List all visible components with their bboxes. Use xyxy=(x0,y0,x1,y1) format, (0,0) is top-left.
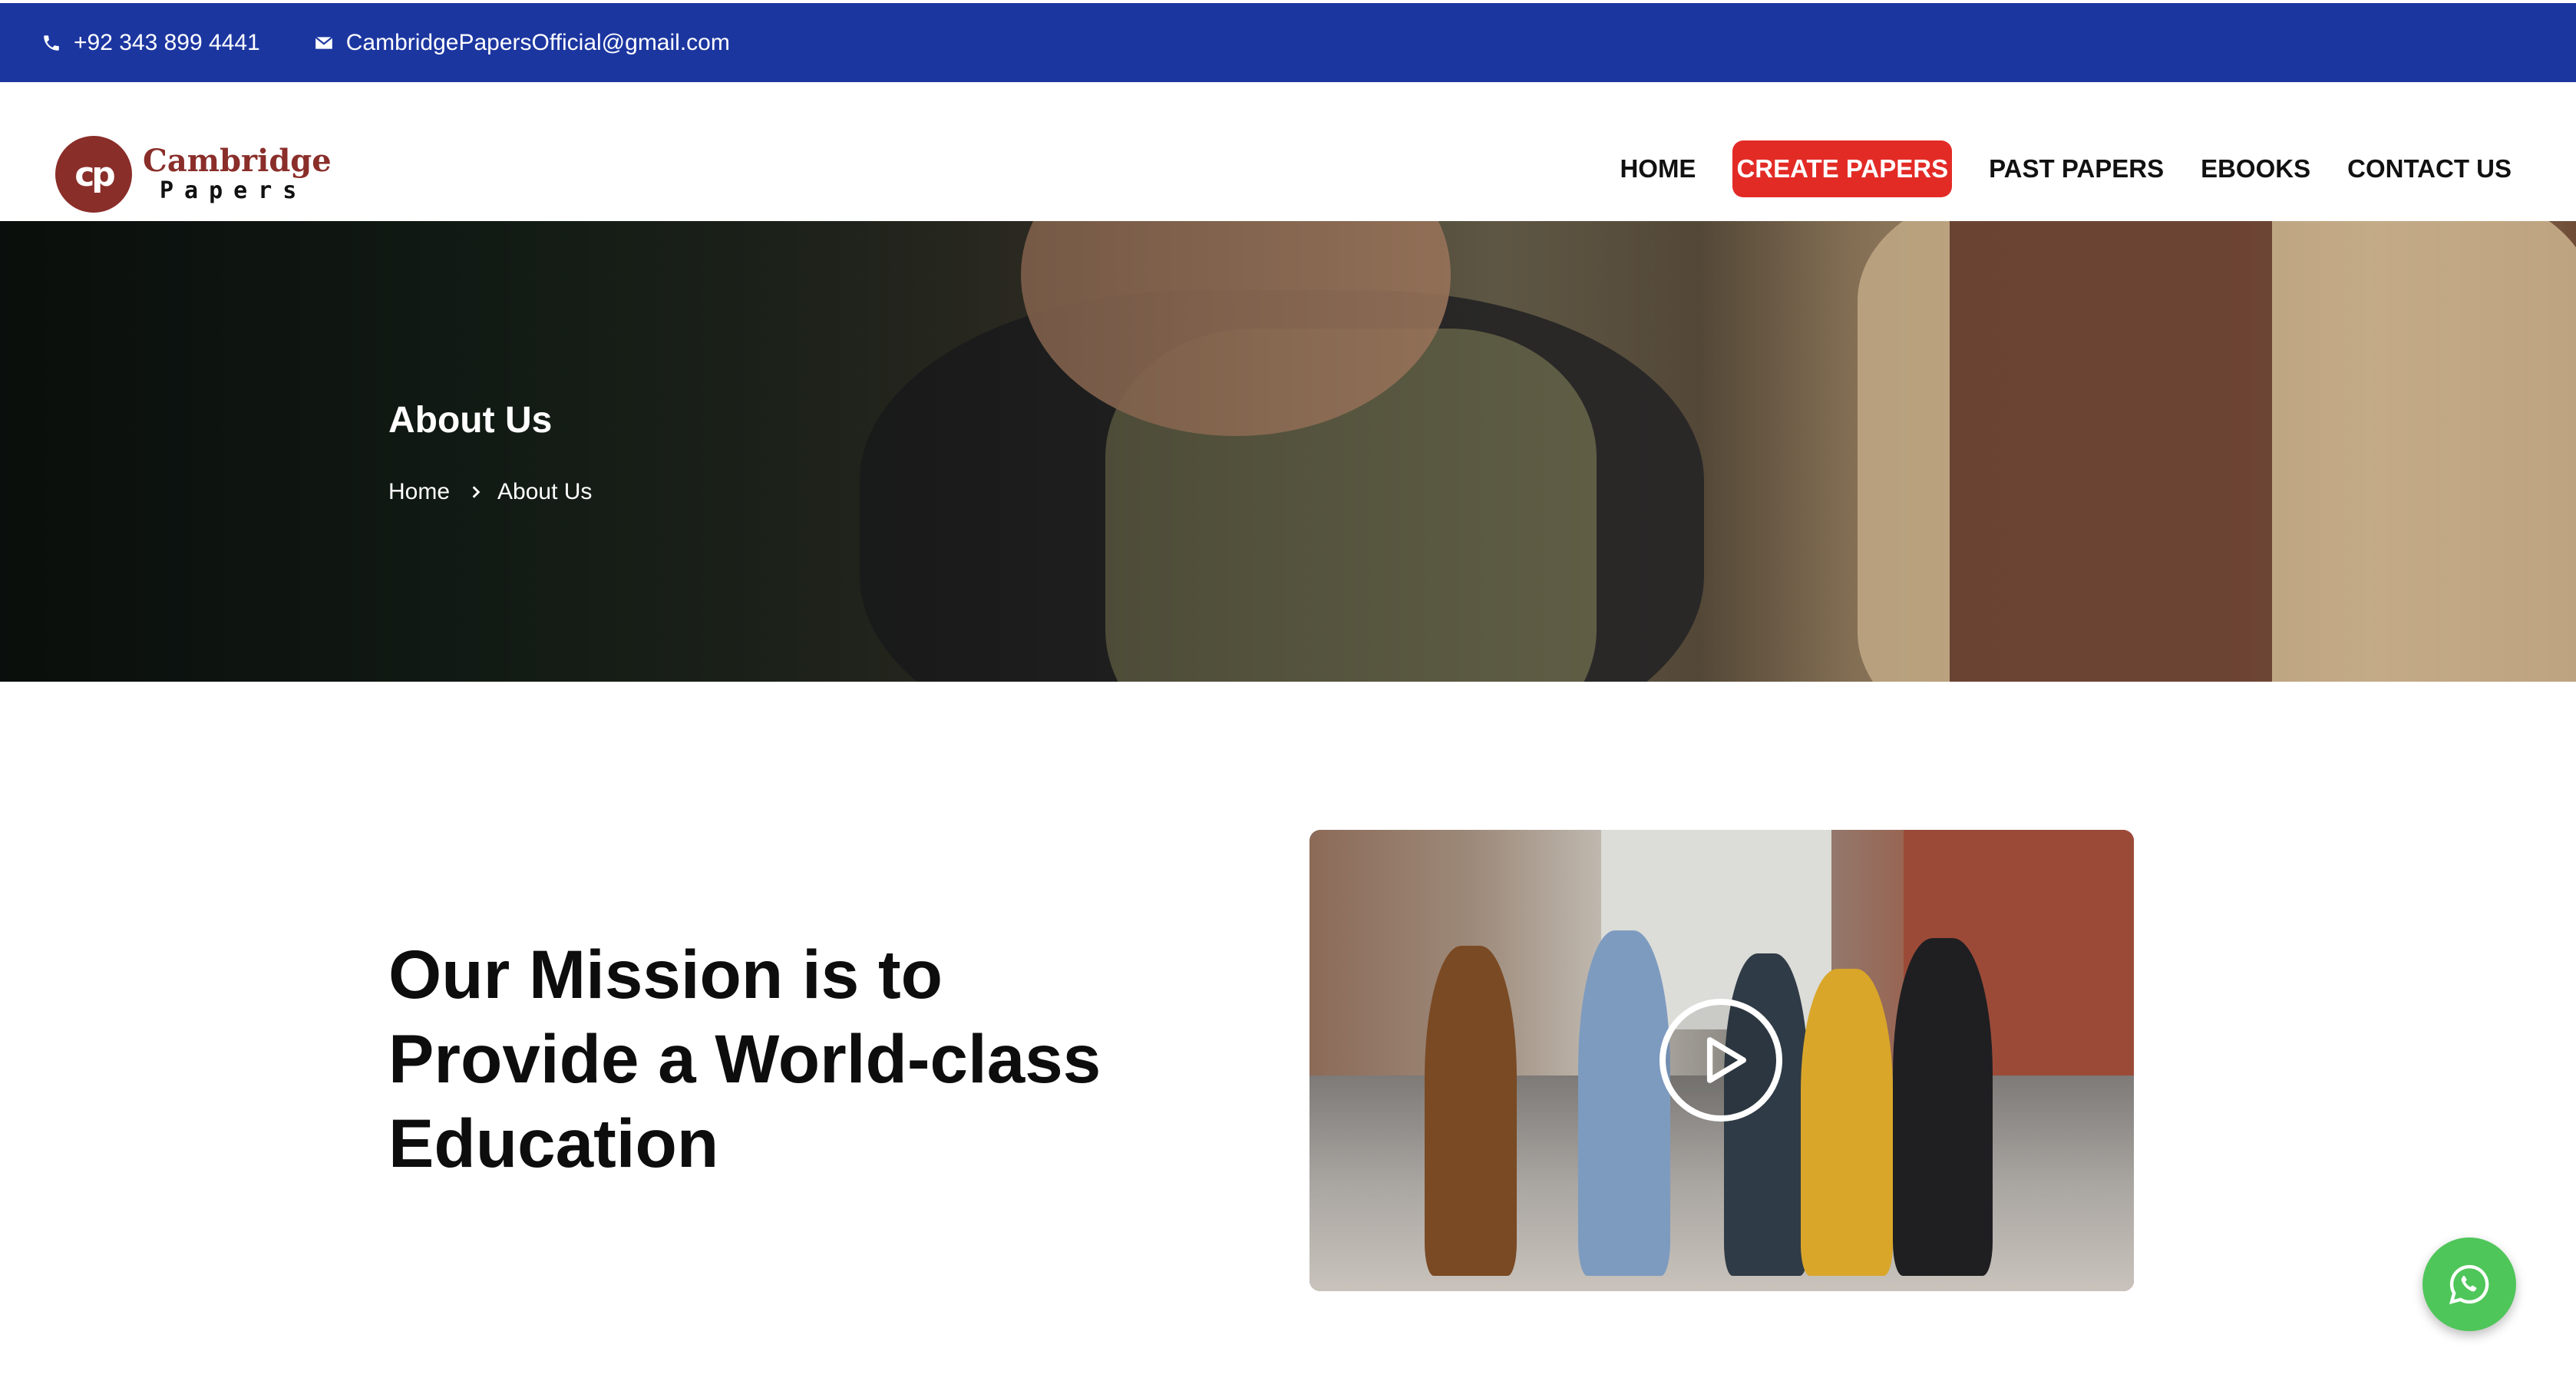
play-icon xyxy=(1706,1037,1746,1083)
whatsapp-button[interactable] xyxy=(2422,1237,2516,1331)
breadcrumb: Home About Us xyxy=(388,479,592,505)
phone-contact[interactable]: +92 343 899 4441 xyxy=(41,30,260,56)
logo-name: Cambridge xyxy=(143,143,332,179)
logo-mark: cp xyxy=(55,136,132,213)
phone-icon xyxy=(44,35,59,51)
play-button[interactable] xyxy=(1660,999,1782,1122)
site-header: cp Cambridge Papers HOME CREATE PAPERS P… xyxy=(0,82,2576,221)
main-nav: HOME CREATE PAPERS PAST PAPERS EBOOKS CO… xyxy=(1620,140,2512,197)
hero-banner: About Us Home About Us xyxy=(0,221,2576,682)
video-person xyxy=(1893,938,1993,1276)
nav-past-papers[interactable]: PAST PAPERS xyxy=(1989,154,2164,183)
breadcrumb-current: About Us xyxy=(497,479,593,504)
nav-ebooks[interactable]: EBOOKS xyxy=(2201,154,2310,183)
nav-home[interactable]: HOME xyxy=(1620,154,1696,183)
envelope-icon xyxy=(315,36,333,49)
video-person xyxy=(1425,946,1517,1276)
nav-create-papers[interactable]: CREATE PAPERS xyxy=(1732,140,1953,197)
email-address: CambridgePapersOfficial@gmail.com xyxy=(345,29,730,55)
video-person xyxy=(1578,930,1670,1276)
nav-contact-us[interactable]: CONTACT US xyxy=(2347,154,2512,183)
site-logo[interactable]: cp Cambridge Papers xyxy=(55,136,332,213)
chevron-right-icon xyxy=(472,486,481,498)
logo-subtitle: Papers xyxy=(160,177,308,204)
phone-number: +92 343 899 4441 xyxy=(74,29,260,55)
whatsapp-icon xyxy=(2449,1264,2489,1305)
hero-overlay xyxy=(0,221,2576,682)
top-contact-bar: +92 343 899 4441 CambridgePapersOfficial… xyxy=(0,3,2576,82)
video-person xyxy=(1801,969,1893,1276)
mission-heading: Our Mission is to Provide a World-class … xyxy=(388,936,1101,1181)
page-title: About Us xyxy=(388,400,553,441)
email-contact[interactable]: CambridgePapersOfficial@gmail.com xyxy=(314,30,730,56)
breadcrumb-home[interactable]: Home xyxy=(388,479,450,505)
video-thumbnail[interactable] xyxy=(1309,830,2134,1291)
